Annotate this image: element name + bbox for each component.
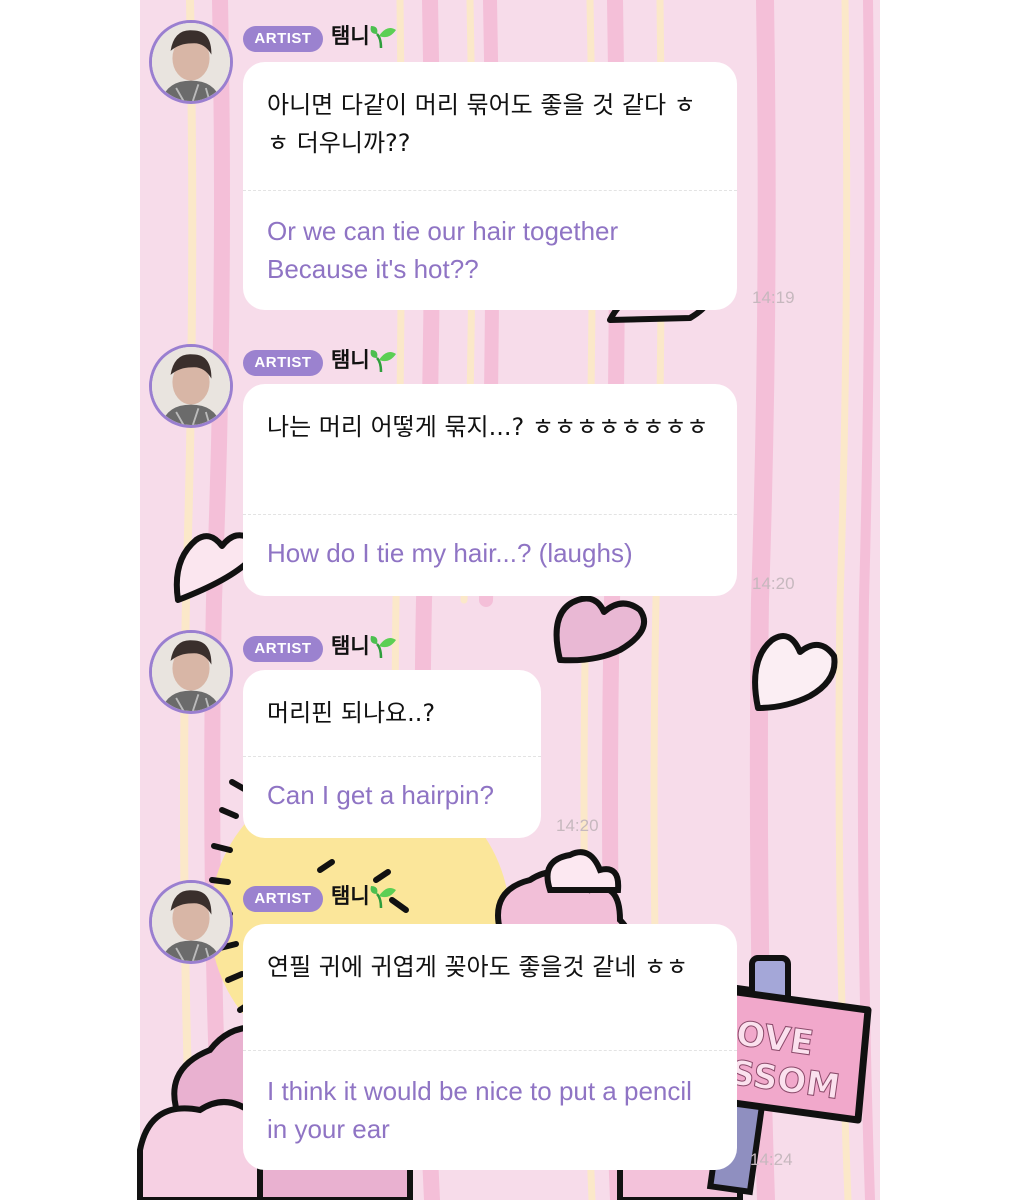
message-bubble[interactable]: 연필 귀에 귀엽게 꽂아도 좋을것 같네 ㅎㅎ I think it would… [243, 924, 737, 1170]
artist-avatar[interactable] [149, 344, 233, 428]
timestamp: 14:24 [750, 1150, 793, 1169]
message-bubble[interactable]: 머리핀 되나요..? Can I get a hairpin? [243, 670, 541, 838]
bubble-divider [243, 190, 737, 191]
translation-text: I think it would be nice to put a pencil… [267, 1076, 692, 1144]
avatar-image [152, 633, 230, 711]
sender-name: 탬니 [331, 24, 370, 48]
korean-text: 나는 머리 어떻게 묶지...? ㅎㅎㅎㅎㅎㅎㅎㅎ [267, 413, 709, 441]
bubble-divider [243, 514, 737, 515]
avatar-image [152, 883, 230, 961]
message-bubble[interactable]: 나는 머리 어떻게 묶지...? ㅎㅎㅎㅎㅎㅎㅎㅎ How do I tie m… [243, 384, 737, 596]
sprout-icon [370, 350, 396, 373]
artist-avatar[interactable] [149, 630, 233, 714]
artist-badge: ARTIST [243, 636, 323, 662]
artist-badge: ARTIST [243, 350, 323, 376]
korean-text: 연필 귀에 귀엽게 꽂아도 좋을것 같네 ㅎㅎ [267, 953, 689, 981]
korean-text: 아니면 다같이 머리 묶어도 좋을 것 같다 ㅎㅎ 더우니까?? [267, 91, 696, 157]
timestamp: 14:19 [752, 288, 795, 307]
sprout-icon [370, 26, 396, 49]
bubble-divider [243, 1050, 737, 1051]
korean-text: 머리핀 되나요..? [267, 699, 436, 727]
artist-badge: ARTIST [243, 26, 323, 52]
sprout-icon [370, 636, 396, 659]
sender-name: 탬니 [331, 348, 370, 372]
avatar-image [152, 23, 230, 101]
artist-avatar[interactable] [149, 20, 233, 104]
timestamp: 14:20 [752, 574, 795, 593]
translation-text: Or we can tie our hair together Because … [267, 216, 619, 284]
message-bubble[interactable]: 아니면 다같이 머리 묶어도 좋을 것 같다 ㅎㅎ 더우니까?? Or we c… [243, 62, 737, 310]
timestamp: 14:20 [556, 816, 599, 835]
translation-text: How do I tie my hair...? (laughs) [267, 538, 633, 568]
artist-badge: ARTIST [243, 886, 323, 912]
sprout-icon [370, 886, 396, 909]
artist-avatar[interactable] [149, 880, 233, 964]
sender-name: 탬니 [331, 884, 370, 908]
avatar-image [152, 347, 230, 425]
sender-name: 탬니 [331, 634, 370, 658]
translation-text: Can I get a hairpin? [267, 780, 494, 810]
bubble-divider [243, 756, 541, 757]
